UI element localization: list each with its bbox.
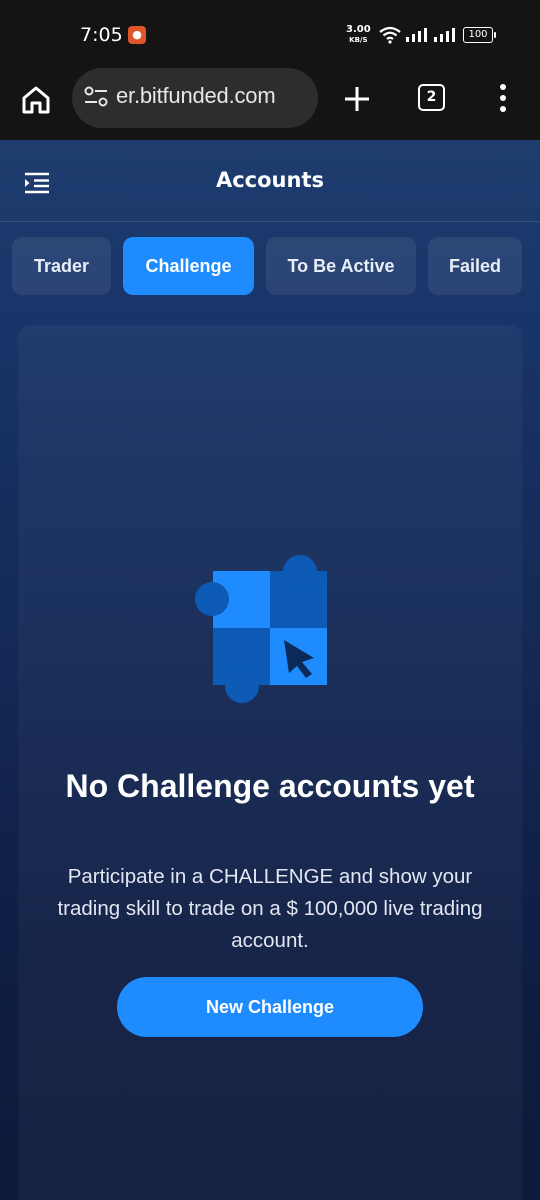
page-title: Accounts: [215, 168, 324, 192]
tab-failed[interactable]: Failed: [428, 237, 522, 295]
app-content: Accounts Trader Challenge To Be Active F…: [0, 140, 540, 1200]
signal-icon: [434, 28, 455, 42]
empty-state-card: No Challenge accounts yet Participate in…: [18, 325, 522, 1200]
url-text: er.bitfunded.com: [116, 83, 276, 108]
address-bar[interactable]: er.bitfunded.com: [72, 68, 318, 128]
network-speed-unit: KB/S: [349, 36, 368, 44]
network-speed-value: 3.00: [346, 24, 371, 35]
tab-to-be-active[interactable]: To Be Active: [266, 237, 416, 295]
empty-state-description: Participate in a CHALLENGE and show your…: [57, 865, 483, 952]
notification-app-icon: ●: [128, 26, 146, 44]
new-challenge-button[interactable]: New Challenge: [117, 977, 423, 1037]
tab-trader[interactable]: Trader: [12, 237, 111, 295]
more-vertical-icon[interactable]: [496, 82, 510, 114]
battery-icon: 100: [463, 27, 496, 43]
network-speed: 3.00 KB/S: [346, 25, 371, 45]
home-icon[interactable]: [20, 84, 52, 116]
tab-challenge[interactable]: Challenge: [123, 237, 254, 295]
app-header: Accounts: [0, 140, 540, 222]
status-time: 7:05: [80, 24, 123, 46]
plus-icon[interactable]: [342, 84, 372, 114]
empty-state-title: No Challenge accounts yet: [65, 768, 475, 804]
signal-icon: [406, 28, 427, 42]
wifi-icon: [379, 26, 401, 44]
browser-toolbar: er.bitfunded.com 2: [0, 68, 540, 140]
puzzle-cursor-illustration: [195, 555, 327, 703]
site-settings-icon[interactable]: [84, 86, 108, 108]
tab-switcher-button[interactable]: 2: [418, 84, 445, 111]
status-bar: 7:05 ● 3.00 KB/S 100: [0, 0, 540, 68]
